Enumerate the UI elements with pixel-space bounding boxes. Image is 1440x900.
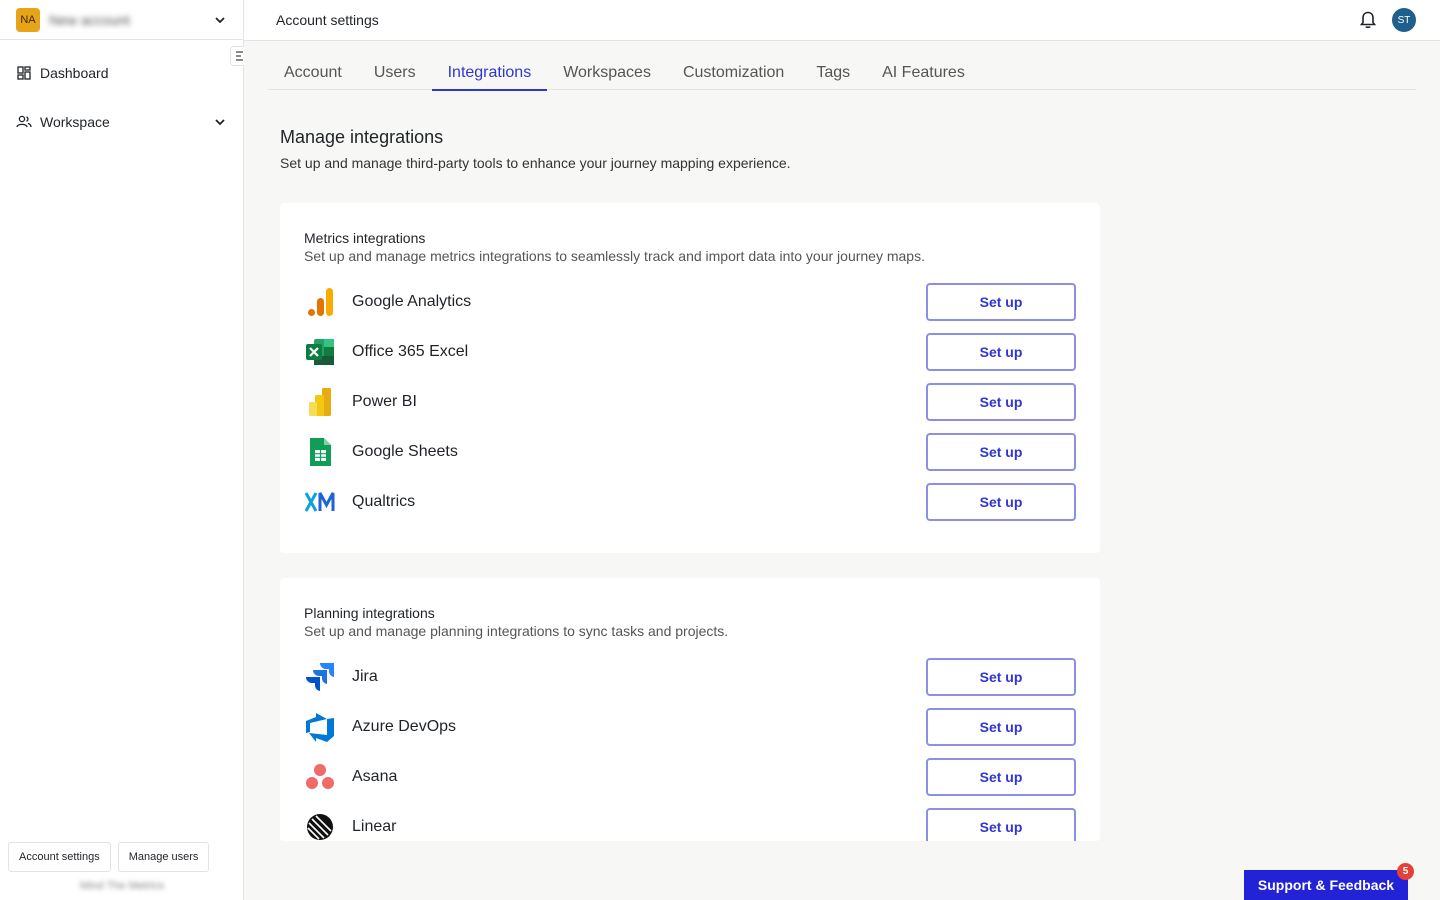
- setup-power-bi-button[interactable]: Set up: [926, 383, 1076, 421]
- account-settings-button[interactable]: Account settings: [8, 842, 111, 872]
- section-heading: Manage integrations: [280, 127, 444, 147]
- support-feedback-button[interactable]: Support & Feedback 5: [1244, 863, 1414, 900]
- tab-tags[interactable]: Tags: [800, 56, 866, 90]
- sidebar-item-label: Workspace: [40, 114, 110, 130]
- tab-users[interactable]: Users: [358, 56, 432, 90]
- card-description: Set up and manage planning integrations …: [304, 623, 729, 639]
- account-avatar: NA: [16, 7, 40, 32]
- setup-qualtrics-button[interactable]: Set up: [926, 483, 1076, 521]
- integration-row: Qualtrics Set up: [304, 477, 1076, 527]
- integration-name: Jira: [352, 668, 378, 685]
- sidebar-item-workspace[interactable]: Workspace: [0, 107, 243, 137]
- google-analytics-icon: [304, 284, 344, 320]
- planning-integrations-card: Planning integrations Set up and manage …: [280, 578, 1100, 841]
- integration-name: Azure DevOps: [352, 718, 457, 735]
- integration-name: Power BI: [352, 393, 417, 410]
- asana-icon: [304, 759, 344, 795]
- tab-account[interactable]: Account: [268, 56, 358, 90]
- integration-name: Linear: [352, 818, 397, 835]
- card-title: Planning integrations: [304, 605, 435, 621]
- qualtrics-icon: [304, 484, 344, 520]
- main-content: Account Users Integrations Workspaces Cu…: [244, 41, 1440, 900]
- integration-row: Office 365 Excel Set up: [304, 327, 1076, 377]
- integration-name: Asana: [352, 768, 398, 785]
- excel-icon: [304, 334, 344, 370]
- users-icon: [16, 114, 32, 130]
- account-name: New account: [49, 11, 130, 28]
- card-title: Metrics integrations: [304, 230, 426, 246]
- setup-azure-devops-button[interactable]: Set up: [926, 708, 1076, 746]
- integration-row: Power BI Set up: [304, 377, 1076, 427]
- sidebar-nav: Dashboard Workspace: [0, 40, 243, 137]
- card-description: Set up and manage metrics integrations t…: [304, 248, 925, 264]
- jira-icon: [304, 659, 344, 695]
- setup-google-analytics-button[interactable]: Set up: [926, 283, 1076, 321]
- integration-row: Azure DevOps Set up: [304, 702, 1076, 752]
- integration-row: Asana Set up: [304, 752, 1076, 802]
- chevron-down-icon: [215, 16, 225, 23]
- account-switcher[interactable]: NA New account: [0, 0, 243, 40]
- notification-badge: 5: [1397, 863, 1414, 880]
- setup-linear-button[interactable]: Set up: [926, 808, 1076, 841]
- integration-row: Google Sheets Set up: [304, 427, 1076, 477]
- google-sheets-icon: [304, 434, 344, 470]
- chevron-down-icon[interactable]: [213, 115, 227, 129]
- settings-tabs: Account Users Integrations Workspaces Cu…: [268, 56, 1416, 91]
- sidebar-bottom-actions: Account settings Manage users: [8, 842, 210, 872]
- power-bi-icon: [304, 384, 344, 420]
- topbar: Account settings ST: [244, 0, 1440, 41]
- setup-office-365-excel-button[interactable]: Set up: [926, 333, 1076, 371]
- tab-workspaces[interactable]: Workspaces: [547, 56, 667, 90]
- sidebar: NA New account Dashboard Workspace Accou…: [0, 0, 254, 900]
- tab-integrations[interactable]: Integrations: [431, 56, 548, 91]
- sidebar-footer-brand: Mind The Metrics: [79, 880, 165, 892]
- integration-row: Jira Set up: [304, 652, 1076, 702]
- dashboard-grid-icon: [16, 65, 32, 81]
- integration-name: Google Sheets: [352, 443, 458, 460]
- integration-row: Linear Set up: [304, 802, 1076, 841]
- bell-icon[interactable]: [1358, 10, 1378, 30]
- tab-customization[interactable]: Customization: [667, 56, 800, 90]
- sidebar-item-dashboard[interactable]: Dashboard: [0, 58, 243, 88]
- metrics-integrations-card: Metrics integrations Set up and manage m…: [280, 203, 1100, 553]
- integration-name: Google Analytics: [352, 293, 472, 310]
- sidebar-item-label: Dashboard: [40, 65, 109, 81]
- setup-asana-button[interactable]: Set up: [926, 758, 1076, 796]
- setup-jira-button[interactable]: Set up: [926, 658, 1076, 696]
- linear-icon: [304, 809, 344, 841]
- setup-google-sheets-button[interactable]: Set up: [926, 433, 1076, 471]
- manage-users-button[interactable]: Manage users: [117, 842, 210, 872]
- integration-name: Qualtrics: [352, 493, 416, 510]
- integration-name: Office 365 Excel: [352, 343, 469, 360]
- support-feedback-label: Support & Feedback: [1257, 877, 1395, 893]
- section-subheading: Set up and manage third-party tools to e…: [280, 155, 791, 171]
- integration-row: Google Analytics Set up: [304, 277, 1076, 327]
- user-avatar[interactable]: ST: [1392, 8, 1416, 32]
- azure-devops-icon: [304, 709, 344, 745]
- tab-ai-features[interactable]: AI Features: [866, 56, 981, 90]
- page-title: Account settings: [276, 12, 379, 28]
